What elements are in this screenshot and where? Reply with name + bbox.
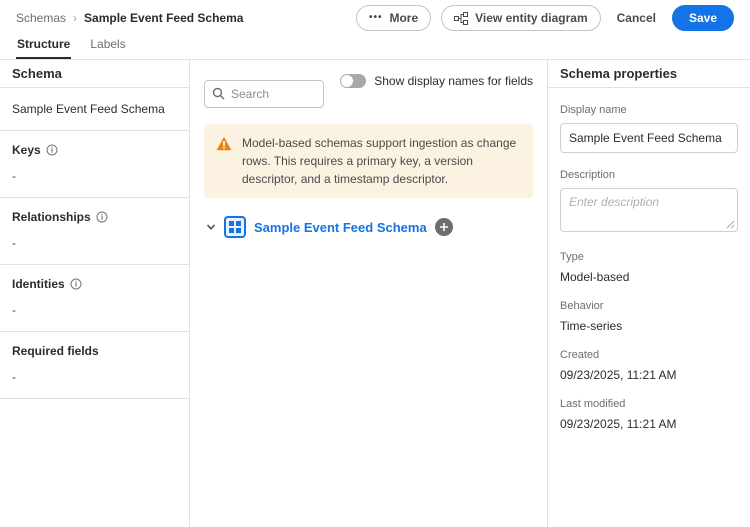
schema-tree-root-row: Sample Event Feed Schema <box>204 216 533 238</box>
keys-section-value: - <box>12 169 177 183</box>
required-fields-section-value: - <box>12 370 177 384</box>
info-icon[interactable]: i <box>46 144 58 156</box>
display-names-toggle-row: Show display names for fields <box>340 74 533 88</box>
behavior-label: Behavior <box>560 300 738 312</box>
entity-diagram-icon <box>454 12 468 25</box>
info-icon[interactable]: i <box>70 278 82 290</box>
breadcrumb-separator: › <box>73 11 77 25</box>
description-input[interactable] <box>560 188 738 232</box>
plus-icon <box>440 223 448 231</box>
view-entity-diagram-button[interactable]: View entity diagram <box>441 5 600 31</box>
last-modified-value: 09/23/2025, 11:21 AM <box>560 417 738 431</box>
required-fields-section-label: Required fields <box>12 344 99 358</box>
sidebar-section-keys: Keys i - <box>0 131 189 198</box>
search-icon <box>212 87 225 100</box>
created-value: 09/23/2025, 11:21 AM <box>560 368 738 382</box>
type-value: Model-based <box>560 270 738 284</box>
breadcrumb-schemas-link[interactable]: Schemas <box>16 11 66 25</box>
save-button[interactable]: Save <box>672 5 734 31</box>
toggle-knob <box>341 75 353 87</box>
info-icon[interactable]: i <box>96 211 108 223</box>
warning-icon <box>216 136 232 151</box>
schema-root-icon <box>224 216 246 238</box>
created-label: Created <box>560 349 738 361</box>
last-modified-label: Last modified <box>560 398 738 410</box>
svg-text:i: i <box>51 146 54 155</box>
behavior-value: Time-series <box>560 319 738 333</box>
schema-properties-title: Schema properties <box>548 60 750 88</box>
model-based-warning-banner: Model-based schemas support ingestion as… <box>204 124 533 198</box>
chevron-down-icon[interactable] <box>206 222 216 232</box>
topbar-actions: ••• More View entity diagram Cancel Save <box>356 5 734 31</box>
tab-labels[interactable]: Labels <box>89 36 126 59</box>
breadcrumb-current: Sample Event Feed Schema <box>84 11 243 25</box>
top-bar: Schemas › Sample Event Feed Schema ••• M… <box>0 0 750 36</box>
svg-text:i: i <box>75 280 78 289</box>
sidebar-item-schema[interactable]: Sample Event Feed Schema <box>0 88 189 131</box>
type-label: Type <box>560 251 738 263</box>
sidebar-section-required-fields: Required fields - <box>0 332 189 399</box>
warning-text: Model-based schemas support ingestion as… <box>242 134 521 188</box>
structure-canvas: Show display names for fields Model-base… <box>190 60 547 527</box>
tab-bar: Structure Labels <box>0 36 750 60</box>
display-name-input[interactable] <box>560 123 738 153</box>
toggle-label: Show display names for fields <box>374 74 533 88</box>
description-label: Description <box>560 169 738 181</box>
schema-properties-panel: Schema properties Display name Descripti… <box>547 60 750 527</box>
identities-section-label: Identities <box>12 277 65 291</box>
relationships-section-value: - <box>12 236 177 250</box>
relationships-section-label: Relationships <box>12 210 91 224</box>
more-button[interactable]: ••• More <box>356 5 431 31</box>
add-field-button[interactable] <box>435 218 453 236</box>
svg-text:i: i <box>101 213 104 222</box>
display-name-label: Display name <box>560 104 738 116</box>
schema-sidebar: Schema Sample Event Feed Schema Keys i -… <box>0 60 190 527</box>
tab-structure[interactable]: Structure <box>16 36 71 59</box>
search-box <box>204 80 324 108</box>
content-area: Schema Sample Event Feed Schema Keys i -… <box>0 60 750 527</box>
sidebar-section-identities: Identities i - <box>0 265 189 332</box>
breadcrumb: Schemas › Sample Event Feed Schema <box>16 11 243 25</box>
sidebar-section-relationships: Relationships i - <box>0 198 189 265</box>
show-display-names-toggle[interactable] <box>340 74 366 88</box>
view-entity-diagram-label: View entity diagram <box>475 11 587 25</box>
more-label: More <box>389 11 418 25</box>
cancel-button[interactable]: Cancel <box>611 5 662 31</box>
tree-root-schema-name[interactable]: Sample Event Feed Schema <box>254 220 427 235</box>
keys-section-label: Keys <box>12 143 41 157</box>
identities-section-value: - <box>12 303 177 317</box>
sidebar-title: Schema <box>0 60 189 88</box>
more-icon: ••• <box>369 12 383 23</box>
